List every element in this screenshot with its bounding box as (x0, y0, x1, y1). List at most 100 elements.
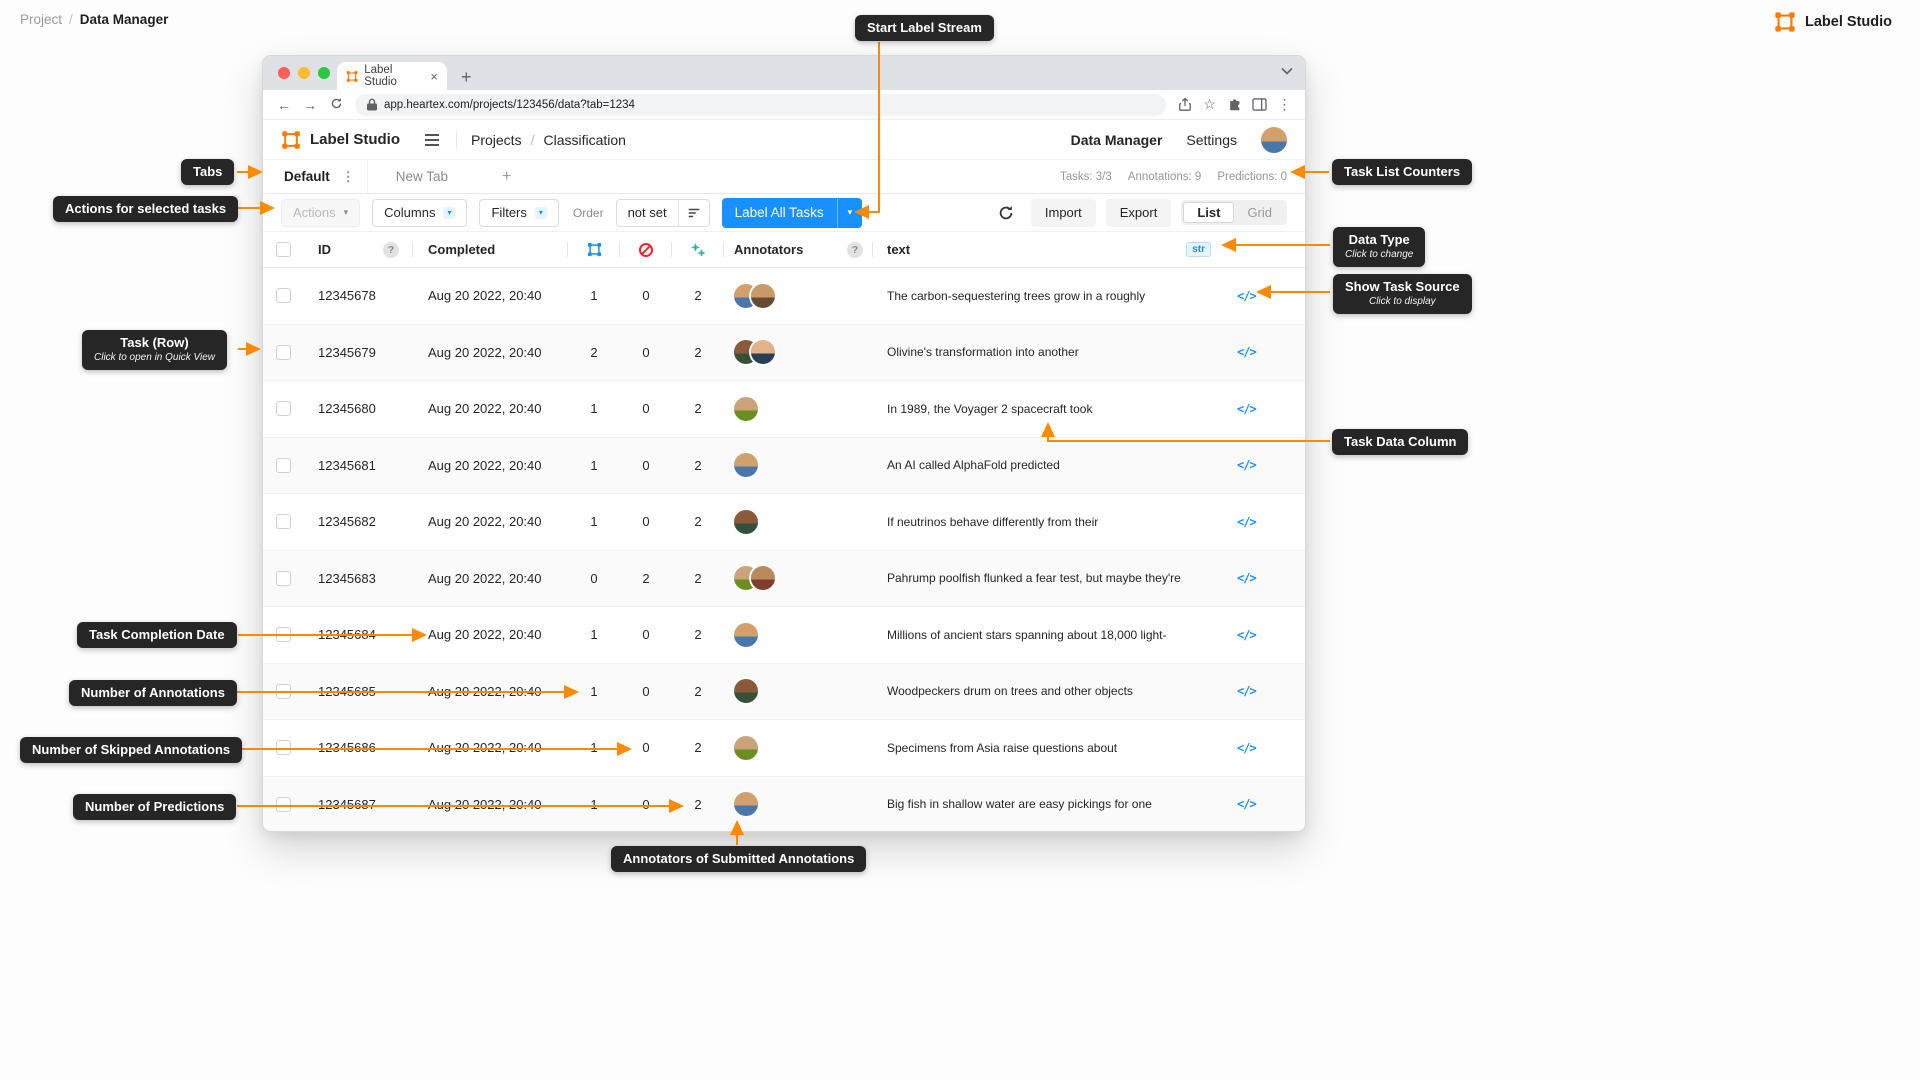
url-bar[interactable]: app.heartex.com/projects/123456/data?tab… (355, 93, 1166, 116)
task-text: Millions of ancient stars spanning about… (887, 627, 1167, 642)
back-icon[interactable]: ← (271, 98, 297, 112)
task-source-icon[interactable]: </> (1221, 777, 1305, 832)
projects-link[interactable]: Projects (471, 132, 522, 148)
actions-dropdown[interactable]: Actions ▾ (281, 198, 361, 227)
view-grid-button[interactable]: Grid (1234, 202, 1285, 223)
task-source-icon[interactable]: </> (1221, 664, 1305, 720)
header-skipped-cell[interactable] (620, 232, 672, 267)
task-row[interactable]: 12345686 Aug 20 2022, 20:40 1 0 2 Specim… (263, 720, 1305, 777)
chevron-down-icon[interactable]: ▾ (838, 207, 863, 218)
row-checkbox[interactable] (275, 344, 291, 360)
task-completed-date: Aug 20 2022, 20:40 (428, 740, 542, 756)
header-text-cell[interactable]: text str (873, 232, 1221, 267)
task-row[interactable]: 12345678 Aug 20 2022, 20:40 1 0 2 The ca… (263, 268, 1305, 325)
header-annotators-cell[interactable]: Annotators ? (724, 232, 873, 267)
actions-label: Actions (293, 205, 336, 220)
refresh-icon[interactable] (991, 199, 1021, 227)
header-completed-cell[interactable]: Completed (413, 232, 568, 267)
breadcrumb-separator: / (69, 12, 73, 27)
reload-icon[interactable] (323, 97, 349, 112)
filters-dropdown[interactable]: Filters ▾ (479, 198, 559, 227)
sidebar-panel-icon[interactable] (1247, 98, 1272, 111)
add-tab-icon[interactable]: + (476, 168, 537, 186)
callout-data-type: Data Type Click to change (1333, 227, 1426, 267)
import-button[interactable]: Import (1030, 198, 1096, 227)
task-source-icon[interactable]: </> (1221, 381, 1305, 437)
task-list-counters: Tasks: 3/3 Annotations: 9 Predictions: 0 (1060, 171, 1305, 183)
browser-tab[interactable]: Label Studio × (337, 62, 447, 90)
sort-order-icon[interactable] (679, 206, 709, 220)
header-predictions-cell[interactable] (672, 232, 724, 267)
task-source-icon[interactable]: </> (1221, 268, 1305, 324)
tab-new-tab[interactable]: New Tab (368, 169, 476, 184)
bookmark-star-icon[interactable]: ☆ (1197, 96, 1222, 113)
traffic-light-close[interactable] (278, 67, 290, 79)
help-icon[interactable]: ? (383, 241, 399, 258)
app-brand: Label Studio (310, 131, 400, 148)
skipped-count: 0 (642, 288, 650, 304)
forward-icon[interactable]: → (297, 98, 323, 112)
task-row[interactable]: 12345685 Aug 20 2022, 20:40 1 0 2 Woodpe… (263, 663, 1305, 720)
task-row[interactable]: 12345682 Aug 20 2022, 20:40 1 0 2 If neu… (263, 494, 1305, 551)
task-source-icon[interactable]: </> (1221, 607, 1305, 663)
traffic-light-zoom[interactable] (318, 67, 330, 79)
callout-number-of-annotations: Number of Annotations (69, 680, 237, 707)
task-row[interactable]: 12345680 Aug 20 2022, 20:40 1 0 2 In 198… (263, 381, 1305, 438)
row-checkbox[interactable] (275, 457, 291, 473)
row-checkbox[interactable] (275, 570, 291, 586)
task-row[interactable]: 12345679 Aug 20 2022, 20:40 2 0 2 Olivin… (263, 324, 1305, 381)
task-source-icon[interactable]: </> (1221, 325, 1305, 381)
view-toggle: List Grid (1181, 200, 1287, 225)
task-row[interactable]: 12345684 Aug 20 2022, 20:40 1 0 2 Millio… (263, 607, 1305, 664)
columns-dropdown[interactable]: Columns ▾ (372, 198, 468, 227)
row-checkbox[interactable] (275, 288, 291, 304)
settings-link[interactable]: Settings (1186, 132, 1237, 148)
data-type-badge[interactable]: str (1186, 242, 1211, 257)
app-logo-icon[interactable] (281, 130, 301, 150)
header-id-cell[interactable]: ID ? (303, 232, 413, 267)
row-checkbox[interactable] (275, 740, 291, 756)
task-row[interactable]: 12345681 Aug 20 2022, 20:40 1 0 2 An AI … (263, 437, 1305, 494)
label-all-tasks-button[interactable]: Label All Tasks ▾ (721, 197, 863, 228)
callout-task-completion-date: Task Completion Date (77, 622, 237, 649)
task-source-icon[interactable]: </> (1221, 494, 1305, 550)
row-checkbox-cell (263, 268, 303, 324)
breadcrumb-project[interactable]: Project (20, 12, 62, 27)
row-checkbox[interactable] (275, 796, 291, 812)
traffic-light-minimize[interactable] (298, 67, 310, 79)
annotator-avatar (734, 792, 758, 817)
row-checkbox[interactable] (275, 683, 291, 699)
skipped-count: 0 (642, 514, 650, 530)
select-all-checkbox[interactable] (275, 242, 291, 257)
export-button[interactable]: Export (1105, 198, 1172, 227)
task-source-icon[interactable]: </> (1221, 551, 1305, 607)
header-right: Data Manager Settings (1071, 126, 1287, 153)
tab-default[interactable]: Default ⋮ (263, 160, 368, 193)
extensions-puzzle-icon[interactable] (1222, 98, 1247, 112)
help-icon[interactable]: ? (847, 241, 863, 258)
tab-list-chevron-icon[interactable] (1281, 62, 1293, 80)
order-value-dropdown[interactable]: not set (617, 205, 678, 220)
view-list-button[interactable]: List (1183, 202, 1235, 223)
user-avatar[interactable] (1261, 126, 1287, 153)
row-checkbox[interactable] (275, 627, 291, 643)
tab-menu-kebab-icon[interactable]: ⋮ (342, 169, 355, 185)
annotator-avatars (724, 268, 873, 324)
header-annotations-cell[interactable] (568, 232, 620, 267)
hamburger-menu-icon[interactable] (424, 133, 440, 147)
browser-menu-kebab-icon[interactable]: ⋮ (1272, 96, 1297, 113)
task-row[interactable]: 12345683 Aug 20 2022, 20:40 0 2 2 Pahrum… (263, 550, 1305, 607)
row-checkbox[interactable] (275, 401, 291, 417)
row-checkbox[interactable] (275, 514, 291, 530)
annotator-avatars (724, 325, 873, 381)
row-checkbox-cell (263, 381, 303, 437)
task-source-icon[interactable]: </> (1221, 438, 1305, 494)
tab-close-icon[interactable]: × (430, 69, 438, 84)
data-manager-link[interactable]: Data Manager (1071, 132, 1163, 148)
task-row[interactable]: 12345687 Aug 20 2022, 20:40 1 0 2 Big fi… (263, 776, 1305, 832)
new-tab-icon[interactable]: + (461, 68, 472, 86)
task-source-icon[interactable]: </> (1221, 720, 1305, 776)
share-icon[interactable] (1172, 97, 1197, 112)
skipped-count: 0 (642, 457, 650, 473)
annotations-count: 1 (590, 457, 598, 473)
